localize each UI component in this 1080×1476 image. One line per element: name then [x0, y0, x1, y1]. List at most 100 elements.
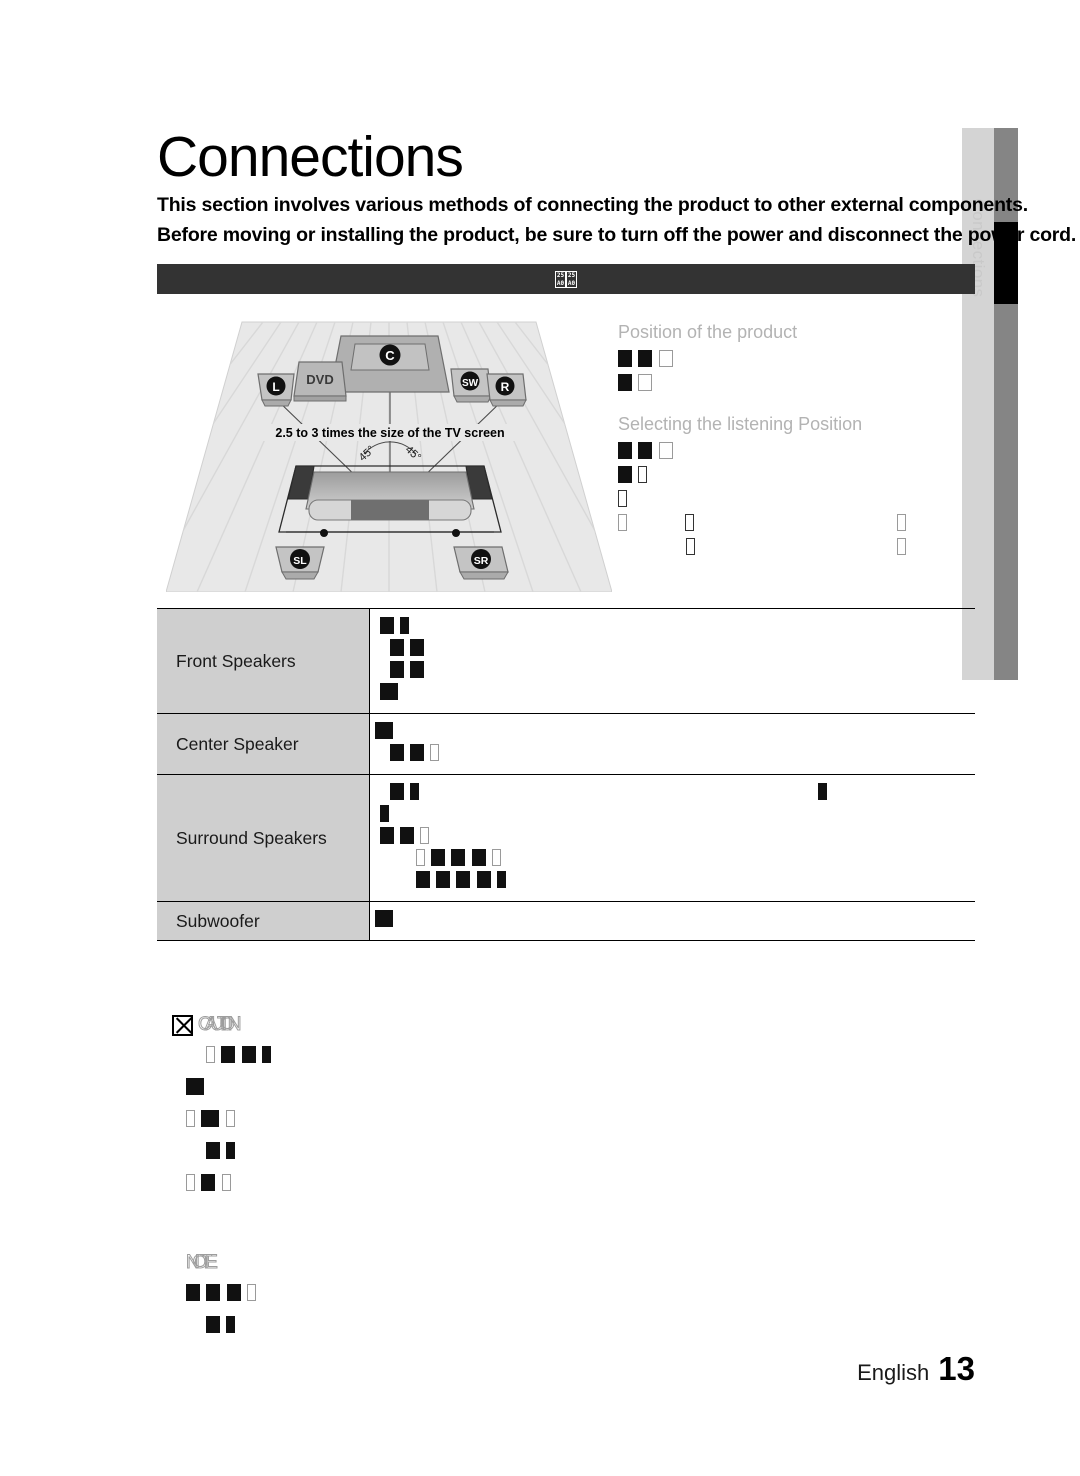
missing-glyph-box — [618, 442, 632, 460]
missing-glyph-box — [435, 871, 450, 889]
missing-glyph-box — [492, 849, 502, 867]
missing-glyph-box: 25 A0 — [566, 270, 577, 288]
body-line — [379, 683, 976, 705]
missing-glyph-box: 25 A0 — [555, 270, 566, 288]
footer-language: English — [857, 1360, 930, 1385]
missing-glyph-box — [206, 1142, 220, 1160]
missing-glyph-box — [451, 849, 466, 867]
row-value-surround-speakers — [369, 774, 976, 902]
missing-glyph-box — [374, 722, 393, 740]
missing-glyph-box — [226, 1284, 241, 1302]
missing-glyph-box — [497, 871, 507, 889]
missing-glyph-box — [379, 805, 389, 823]
body-line — [379, 617, 976, 639]
row-value-front-speakers — [369, 608, 976, 714]
body-line — [380, 661, 976, 683]
missing-glyph-box — [221, 1174, 231, 1192]
body-line — [374, 910, 976, 932]
missing-glyph-box — [409, 639, 424, 657]
svg-text:SL: SL — [293, 555, 307, 567]
missing-glyph-box — [399, 827, 414, 845]
footer-page-number: 13 — [938, 1350, 975, 1387]
missing-glyph-box — [241, 1046, 256, 1064]
missing-glyph-box — [658, 350, 673, 368]
x-box-icon — [172, 1014, 193, 1036]
body-line — [618, 466, 968, 490]
missing-glyph-box — [618, 350, 632, 368]
body-line — [618, 490, 968, 514]
body-line — [618, 514, 968, 538]
speaker-subwoofer: SW — [450, 368, 492, 403]
speaker-badge-center: C — [379, 344, 401, 366]
missing-glyph-box — [638, 466, 648, 484]
speaker-front-right: R — [486, 373, 527, 407]
missing-glyph-box — [420, 827, 430, 845]
row-label-front-speakers: Front Speakers — [157, 608, 370, 714]
speaker-placement-diagram: C DVD L SW R 2.5 to 3 times the size of … — [165, 304, 613, 593]
page-title: Connections — [157, 125, 464, 189]
body-line — [172, 1284, 972, 1316]
missing-glyph-box — [247, 1284, 257, 1302]
missing-glyph-box — [685, 514, 695, 532]
missing-glyph-box — [415, 849, 425, 867]
missing-glyph-box — [430, 744, 440, 762]
missing-glyph-box — [389, 661, 404, 679]
body-line — [380, 849, 976, 871]
missing-glyph-box — [186, 1078, 204, 1096]
svg-text:C: C — [385, 348, 395, 363]
missing-glyph-box — [206, 1046, 215, 1064]
missing-glyph-box — [221, 1046, 236, 1064]
missing-glyph-box — [226, 1142, 236, 1160]
speaker-surround-right: SR — [453, 546, 509, 580]
missing-glyph-box — [379, 827, 394, 845]
missing-glyph-box — [415, 871, 430, 889]
svg-text:SR: SR — [474, 555, 489, 567]
svg-text:L: L — [272, 380, 279, 394]
caution-label: CAUTION — [198, 1014, 242, 1036]
row-label-surround-speakers: Surround Speakers — [157, 774, 370, 902]
svg-text:R: R — [501, 380, 510, 394]
speaker-placement-table: Front Speakers Center Speaker Surround S… — [157, 608, 975, 941]
missing-glyph-box — [471, 849, 486, 867]
missing-glyph-box — [201, 1110, 220, 1128]
body-line — [380, 744, 976, 766]
row-label-center-speaker: Center Speaker — [157, 713, 370, 775]
section-banner: 25 A0 25 A0 — [157, 264, 975, 294]
body-line — [379, 805, 976, 827]
row-label-subwoofer: Subwoofer — [157, 901, 370, 941]
missing-glyph-box — [186, 1284, 200, 1302]
missing-glyph-box — [389, 744, 404, 762]
speaker-front-left: L — [257, 373, 295, 407]
missing-glyph-box — [896, 514, 906, 532]
body-line — [380, 639, 976, 661]
row-value-center-speaker — [369, 713, 976, 775]
missing-glyph-box — [201, 1174, 216, 1192]
caution-heading: CAUTION — [172, 1012, 972, 1038]
body-line — [172, 1316, 972, 1348]
heading-selecting-listening-position: Selecting the listening Position — [618, 414, 863, 434]
missing-glyph-box — [389, 783, 404, 801]
heading-position-of-product: Position of the product — [618, 322, 798, 342]
missing-glyph-box — [430, 849, 445, 867]
missing-glyph-box — [897, 538, 907, 556]
missing-glyph-box — [206, 1316, 220, 1334]
missing-glyph-box — [658, 442, 673, 460]
missing-glyph-box — [409, 783, 419, 801]
body-line — [172, 1078, 972, 1110]
body-line — [374, 722, 976, 744]
intro-line-1: This section involves various methods of… — [157, 194, 1028, 216]
dvd-player-box: DVD — [293, 361, 347, 402]
missing-glyph-box — [818, 783, 827, 800]
table-row: Subwoofer — [157, 901, 976, 941]
missing-glyph-box — [225, 1110, 235, 1128]
diagram-svg: C DVD L SW R 2.5 to 3 times the size of … — [165, 321, 613, 593]
missing-glyph-box — [186, 1110, 195, 1128]
note-heading: NOTE — [172, 1250, 972, 1276]
missing-glyph-box — [638, 350, 653, 368]
body-line — [380, 871, 976, 893]
table-row: Surround Speakers — [157, 774, 976, 902]
intro-paragraph: This section involves various methods of… — [157, 190, 1076, 250]
body-line — [618, 374, 968, 398]
svg-text:DVD: DVD — [306, 372, 333, 387]
